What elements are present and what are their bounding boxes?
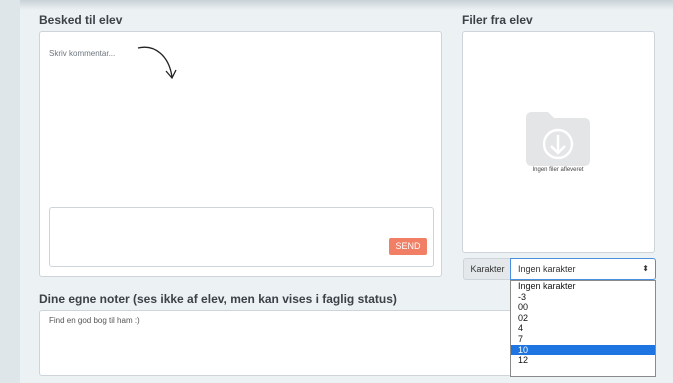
grade-dropdown: Ingen karakter -3 00 02 4 7 10 12 xyxy=(510,280,656,377)
header-shadow xyxy=(20,0,673,10)
grade-select[interactable]: Ingen karakter ⬍ xyxy=(510,258,656,280)
grade-option[interactable]: 4 xyxy=(511,323,655,334)
notes-heading: Dine egne noter (ses ikke af elev, men k… xyxy=(39,292,397,306)
grade-option-highlighted[interactable]: 10 xyxy=(511,344,655,356)
grade-option[interactable]: 7 xyxy=(511,334,655,345)
hint-arrow-icon xyxy=(137,46,177,80)
notes-text: Find en god bog til ham :) xyxy=(49,316,140,325)
download-folder-icon xyxy=(526,112,590,166)
files-heading: Filer fra elev xyxy=(462,13,533,27)
grade-option[interactable]: Ingen karakter xyxy=(511,281,655,292)
comment-input[interactable] xyxy=(49,207,434,267)
message-heading: Besked til elev xyxy=(39,13,123,27)
comment-placeholder: Skriv kommentar... xyxy=(49,49,116,58)
grade-option[interactable]: 00 xyxy=(511,302,655,313)
grade-option[interactable]: 02 xyxy=(511,313,655,324)
send-button[interactable]: SEND xyxy=(389,238,427,255)
grade-option[interactable]: -3 xyxy=(511,292,655,303)
grade-selected-value: Ingen karakter xyxy=(518,264,576,274)
no-files-text: Ingen filer afleveret xyxy=(532,167,584,173)
grade-label: Karakter xyxy=(463,258,511,280)
left-rail xyxy=(0,0,20,383)
select-arrows-icon: ⬍ xyxy=(642,264,649,273)
grade-option[interactable]: 12 xyxy=(511,355,655,366)
